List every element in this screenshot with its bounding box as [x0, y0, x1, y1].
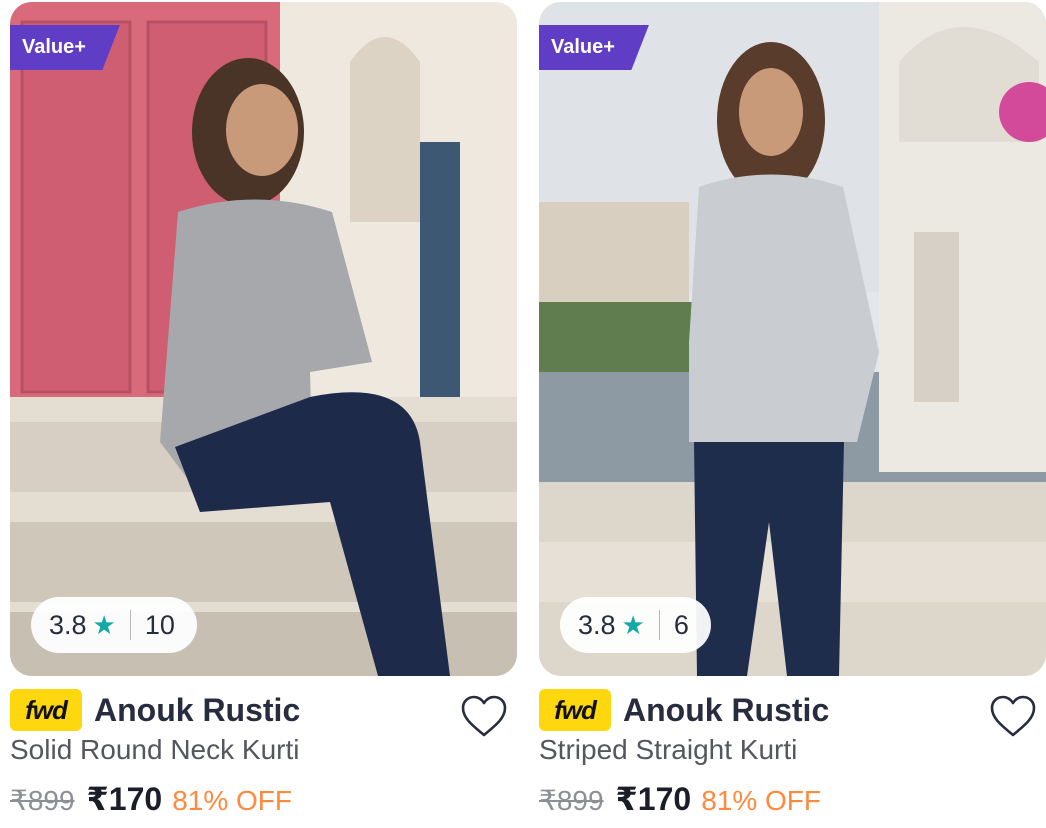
- original-price: ₹899: [539, 785, 604, 816]
- brand-row: fwd Anouk Rustic: [539, 686, 1046, 734]
- wishlist-button[interactable]: [987, 692, 1039, 740]
- rating-pill: 3.8 ★ 10: [31, 597, 197, 653]
- brand-name: Anouk Rustic: [94, 691, 301, 728]
- product-image[interactable]: [10, 2, 517, 676]
- product-card[interactable]: Value+ 3.8 ★ 10 fwd Anouk Rustic Solid R…: [10, 0, 517, 828]
- rating-count: 10: [144, 609, 175, 640]
- selling-price: ₹170: [615, 781, 692, 817]
- rating-divider: [129, 610, 131, 640]
- product-title: Solid Round Neck Kurti: [10, 734, 300, 765]
- rating-value: 3.8: [578, 609, 616, 640]
- rating-count: 6: [673, 609, 689, 640]
- product-image[interactable]: [539, 2, 1046, 676]
- fwd-logo: fwd: [10, 689, 82, 731]
- discount-label: 81% OFF: [172, 785, 292, 816]
- wishlist-button[interactable]: [458, 692, 510, 740]
- heart-outline-icon: [461, 695, 507, 737]
- discount-label: 81% OFF: [701, 785, 821, 816]
- price-row: ₹899 ₹170 81% OFF: [539, 780, 821, 818]
- product-title: Striped Straight Kurti: [539, 734, 798, 765]
- price-row: ₹899 ₹170 81% OFF: [10, 780, 292, 818]
- rating-divider: [658, 610, 660, 640]
- star-icon: ★: [92, 609, 116, 640]
- rating-pill: 3.8 ★ 6: [560, 597, 711, 653]
- brand-row: fwd Anouk Rustic: [10, 686, 517, 734]
- rating-value: 3.8: [49, 609, 87, 640]
- product-photo-placeholder: [10, 2, 517, 676]
- product-photo-placeholder: [539, 2, 1046, 676]
- fwd-logo: fwd: [539, 689, 611, 731]
- value-plus-badge: Value+: [539, 25, 649, 70]
- selling-price: ₹170: [86, 781, 163, 817]
- product-card[interactable]: Value+ 3.8 ★ 6 fwd Anouk Rustic Striped …: [539, 0, 1046, 828]
- brand-name: Anouk Rustic: [623, 691, 830, 728]
- original-price: ₹899: [10, 785, 75, 816]
- value-plus-badge: Value+: [10, 25, 120, 70]
- heart-outline-icon: [990, 695, 1036, 737]
- star-icon: ★: [621, 609, 645, 640]
